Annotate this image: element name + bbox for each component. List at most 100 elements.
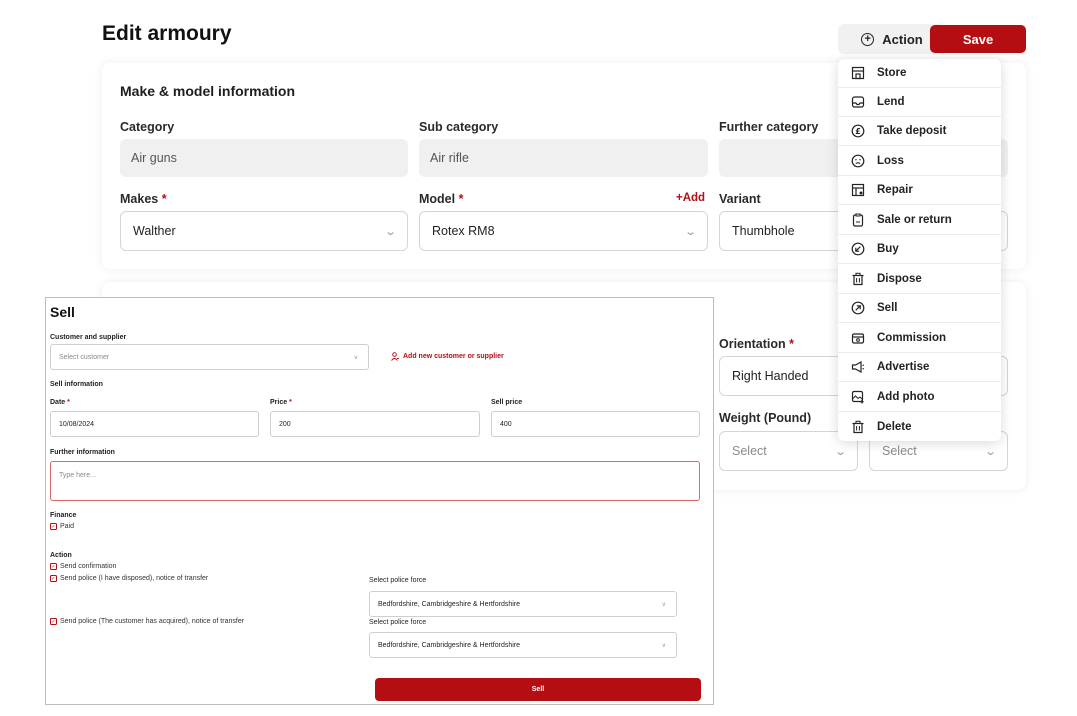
police-force-select-2[interactable]: Bedfordshire, Cambridgeshire & Hertfords… [369, 632, 677, 658]
menu-item-repair[interactable]: Repair [838, 176, 1001, 205]
orientation-label: Orientation * [719, 337, 795, 351]
pound-icon: £ [850, 124, 865, 139]
action-button-label: Action [882, 31, 923, 47]
checkbox-checked-icon: ✓ [50, 618, 57, 625]
trash-icon [850, 272, 865, 287]
menu-item-label: Advertise [877, 361, 930, 373]
police-force-value: Bedfordshire, Cambridgeshire & Hertfords… [378, 600, 521, 608]
arrow-up-right-icon [850, 301, 865, 316]
model-add-link[interactable]: +Add [676, 192, 705, 204]
add-customer-label: Add new customer or supplier [403, 353, 504, 360]
customer-label: Customer and supplier [50, 334, 127, 341]
menu-item-delete[interactable]: Delete [838, 412, 1001, 441]
megaphone-icon [850, 360, 865, 375]
date-label: Date * [50, 399, 70, 406]
page-title: Edit armoury [102, 22, 232, 45]
section-title: Make & model information [120, 83, 296, 99]
customer-select[interactable]: Select customer ∨ [50, 344, 369, 370]
menu-item-commission[interactable]: Commission [838, 324, 1001, 353]
customer-placeholder: Select customer [59, 353, 110, 361]
police-force-select-1[interactable]: Bedfordshire, Cambridgeshire & Hertfords… [369, 591, 677, 617]
menu-item-take-deposit[interactable]: £ Take deposit [838, 117, 1001, 146]
makes-value: Walther [133, 224, 176, 238]
model-select[interactable]: Rotex RM8 ⌄ [419, 211, 708, 251]
category-field: Air guns [120, 139, 408, 177]
sell-button[interactable]: Sell [375, 678, 701, 701]
model-value: Rotex RM8 [432, 224, 495, 238]
send-police-disposed-label: Send police (I have disposed), notice of… [60, 575, 209, 582]
further-info-textarea[interactable]: Type here... [50, 461, 700, 501]
menu-item-label: Buy [877, 243, 899, 255]
menu-item-sell[interactable]: Sell [838, 294, 1001, 323]
menu-item-label: Repair [877, 184, 913, 196]
menu-item-label: Lend [877, 96, 905, 108]
checkbox-checked-icon: ✓ [50, 563, 57, 570]
menu-item-label: Dispose [877, 273, 922, 285]
send-confirmation-label: Send confirmation [60, 563, 117, 570]
send-police-acquired-checkbox[interactable]: ✓ Send police (The customer has acquired… [50, 618, 244, 625]
send-police-acquired-label: Send police (The customer has acquired),… [60, 618, 245, 625]
menu-item-advertise[interactable]: Advertise [838, 353, 1001, 382]
sell-price-input[interactable]: 400 [491, 411, 700, 437]
send-police-disposed-checkbox[interactable]: ✓ Send police (I have disposed), notice … [50, 575, 208, 582]
weight-value: Select [732, 444, 767, 458]
further-info-placeholder: Type here... [59, 472, 96, 479]
clipboard-icon [850, 213, 865, 228]
variant-label: Variant [719, 192, 761, 206]
other-value: Select [882, 444, 917, 458]
store-icon [850, 66, 865, 81]
trash-icon [850, 419, 865, 434]
inbox-icon [850, 95, 865, 110]
commission-icon [850, 331, 865, 346]
chevron-down-icon: ⌄ [383, 225, 397, 238]
police-force-value: Bedfordshire, Cambridgeshire & Hertfords… [378, 641, 521, 649]
makes-select[interactable]: Walther ⌄ [120, 211, 408, 251]
add-user-icon [391, 352, 399, 361]
sell-panel: Sell Customer and supplier Select custom… [45, 297, 714, 705]
checkbox-checked-icon: ✓ [50, 575, 57, 582]
action-menu: Store Lend £ Take deposit Loss Repair Sa… [838, 59, 1001, 441]
sell-info-label: Sell information [50, 381, 103, 388]
menu-item-label: Sale or return [877, 214, 952, 226]
sad-face-icon [850, 154, 865, 169]
finance-label: Finance [50, 512, 77, 519]
plus-circle-icon: + [861, 32, 875, 46]
menu-item-add-photo[interactable]: Add photo [838, 383, 1001, 412]
sell-price-label: Sell price [491, 399, 523, 406]
chevron-down-icon: ∨ [661, 643, 666, 649]
further-category-label: Further category [719, 120, 819, 134]
price-label: Price * [270, 399, 292, 406]
price-input[interactable]: 200 [270, 411, 480, 437]
save-button[interactable]: Save [930, 25, 1026, 53]
chevron-down-icon: ∨ [353, 355, 358, 361]
subcategory-field: Air rifle [419, 139, 708, 177]
menu-item-label: Store [877, 67, 907, 79]
menu-item-label: Delete [877, 420, 912, 433]
orientation-value: Right Handed [732, 369, 809, 383]
chevron-down-icon: ⌄ [833, 445, 847, 458]
date-input[interactable]: 10/08/2024 [50, 411, 259, 437]
add-customer-link[interactable]: Add new customer or supplier [391, 352, 504, 361]
subcategory-label: Sub category [419, 120, 499, 134]
menu-item-label: Add photo [877, 391, 935, 403]
menu-item-dispose[interactable]: Dispose [838, 265, 1001, 294]
chevron-down-icon: ⌄ [683, 225, 697, 238]
arrow-down-left-icon [850, 242, 865, 257]
menu-item-store[interactable]: Store [838, 59, 1001, 88]
further-info-label: Further information [50, 449, 115, 456]
repair-icon [850, 183, 865, 198]
category-label: Category [120, 120, 175, 134]
send-confirmation-checkbox[interactable]: ✓ Send confirmation [50, 563, 116, 570]
chevron-down-icon: ⌄ [983, 445, 997, 458]
weight-label: Weight (Pound) [719, 411, 812, 425]
police-force-label-1: Select police force [369, 577, 427, 584]
menu-item-lend[interactable]: Lend [838, 88, 1001, 117]
menu-item-sale-or-return[interactable]: Sale or return [838, 206, 1001, 235]
paid-label: Paid [60, 523, 75, 530]
menu-item-buy[interactable]: Buy [838, 235, 1001, 264]
checkbox-checked-icon: ✓ [50, 523, 57, 530]
makes-label: Makes * [120, 192, 167, 206]
model-label: Model * [419, 192, 464, 206]
menu-item-loss[interactable]: Loss [838, 147, 1001, 176]
paid-checkbox[interactable]: ✓ Paid [50, 523, 74, 530]
